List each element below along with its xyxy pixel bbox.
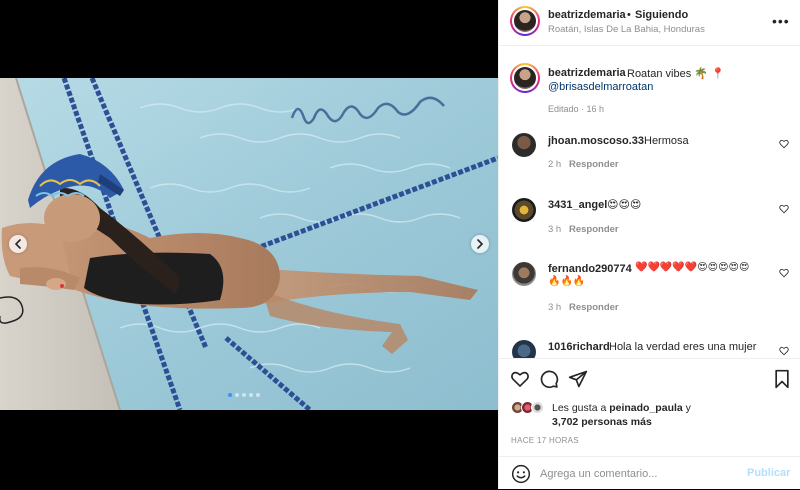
carousel-indicator: [228, 393, 260, 397]
reply-button[interactable]: Responder: [569, 302, 619, 313]
liked-by-prefix: Les gusta a: [552, 402, 607, 414]
emoji-icon[interactable]: [511, 464, 531, 484]
more-options-icon[interactable]: •••: [772, 13, 790, 29]
comment-text: Hermosa: [644, 135, 689, 147]
like-heart-icon[interactable]: [510, 369, 530, 389]
like-comment-heart-icon[interactable]: [779, 346, 789, 356]
carousel-dot: [249, 393, 253, 397]
comment-bubble-icon[interactable]: [539, 369, 559, 389]
liked-by-suffix: y: [685, 402, 691, 414]
publish-button[interactable]: Publicar: [747, 467, 790, 479]
like-comment-heart-icon[interactable]: [779, 139, 789, 149]
chevron-right-icon: [477, 239, 484, 249]
carousel-dot: [256, 393, 260, 397]
comment-username[interactable]: jhoan.moscoso.33: [548, 135, 644, 147]
author-username[interactable]: beatrizdemaria: [548, 9, 626, 21]
avatar: [531, 401, 544, 414]
comment-time: 2 h: [548, 159, 562, 170]
post-timestamp[interactable]: HACE 17 HORAS: [511, 436, 579, 445]
carousel-prev-button[interactable]: [9, 235, 27, 253]
carousel-dot: [228, 393, 232, 397]
liked-by-text: Les gusta a peinado_paula y: [552, 402, 691, 414]
following-button[interactable]: Siguiendo: [635, 9, 688, 21]
post-actions: Les gusta a peinado_paula y 3,702 person…: [499, 358, 800, 489]
author-avatar[interactable]: [510, 6, 540, 36]
comment-text: ❤️❤️❤️❤️❤️😍😍😍😍😍: [635, 262, 750, 273]
likes-count[interactable]: 3,702 personas más: [552, 416, 652, 428]
comment-username[interactable]: fernando290774: [548, 263, 632, 275]
header-separator: •: [627, 9, 631, 21]
post-sidebar: beatrizdemaria • Siguiendo Roatán, Islas…: [498, 0, 800, 489]
comment-username[interactable]: 1016richard: [548, 341, 610, 353]
comment-input[interactable]: [540, 465, 740, 483]
caption-meta: Editado · 16 h: [548, 104, 605, 114]
liked-by-avatars[interactable]: [511, 401, 547, 415]
post-media: [0, 0, 498, 489]
pool-photo-image: [0, 78, 498, 410]
comment-username[interactable]: 3431_angel: [548, 199, 607, 211]
chevron-left-icon: [14, 239, 21, 249]
liked-by-username[interactable]: peinado_paula: [609, 402, 683, 414]
caption-text: Roatan vibes 🌴 📍: [627, 68, 725, 80]
reply-button[interactable]: Responder: [569, 159, 619, 170]
post-header: beatrizdemaria • Siguiendo Roatán, Islas…: [499, 0, 800, 46]
like-comment-heart-icon[interactable]: [779, 204, 789, 214]
reply-button[interactable]: Responder: [569, 224, 619, 235]
carousel-next-button[interactable]: [471, 235, 489, 253]
comment-text-continued: 🔥🔥🔥: [548, 276, 586, 287]
comment-time: 3 h: [548, 224, 562, 235]
like-comment-heart-icon[interactable]: [779, 268, 789, 278]
instagram-post: beatrizdemaria • Siguiendo Roatán, Islas…: [0, 0, 800, 489]
post-location[interactable]: Roatán, Islas De La Bahia, Honduras: [548, 24, 705, 35]
comment-avatar[interactable]: [512, 133, 536, 157]
comment-avatar[interactable]: [512, 262, 536, 286]
carousel-dot: [242, 393, 246, 397]
carousel-dot: [235, 393, 239, 397]
save-bookmark-icon[interactable]: [772, 369, 792, 389]
comment-avatar[interactable]: [512, 198, 536, 222]
post-photo[interactable]: [0, 78, 498, 410]
caption-mention-link[interactable]: @brisasdelmarroatan: [548, 81, 653, 93]
caption-avatar[interactable]: [510, 63, 540, 93]
share-paper-plane-icon[interactable]: [568, 369, 588, 389]
comment-time: 3 h: [548, 302, 562, 313]
comment-text: Hola la verdad eres una mujer: [609, 341, 757, 353]
caption-username[interactable]: beatrizdemaria: [548, 67, 626, 79]
comment-text: 😍😍😍: [607, 199, 642, 211]
add-comment-bar: Publicar: [499, 456, 800, 490]
